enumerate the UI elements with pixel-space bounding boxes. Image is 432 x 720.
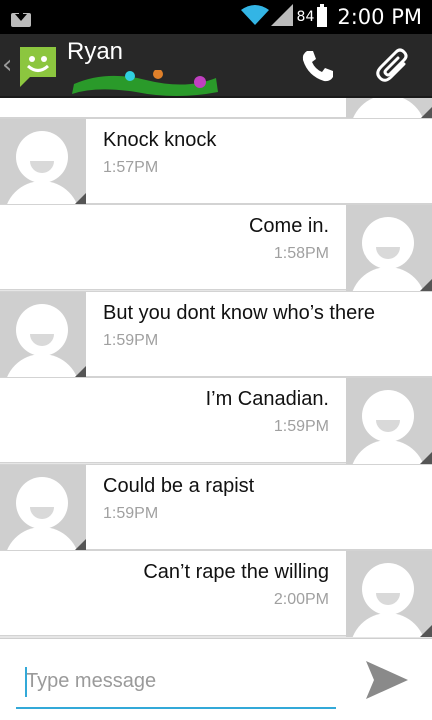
message-text: Come in. bbox=[248, 215, 329, 237]
contact-avatar[interactable] bbox=[346, 205, 432, 291]
contact-avatar[interactable] bbox=[346, 378, 432, 464]
up-caret-icon[interactable]: ‹ bbox=[2, 52, 12, 78]
phone-icon[interactable] bbox=[300, 48, 336, 88]
message-incoming[interactable]: Could be a rapist 1:59PM bbox=[0, 464, 432, 551]
message-time: 1:59PM bbox=[103, 505, 159, 522]
battery-level: 84 bbox=[296, 9, 315, 25]
action-bar: ‹ Ryan bbox=[0, 34, 432, 98]
status-time: 2:00 PM bbox=[337, 5, 422, 29]
signal-icon bbox=[270, 4, 293, 30]
message-text: Could be a rapist bbox=[103, 475, 255, 497]
send-icon bbox=[366, 661, 408, 699]
wifi-icon bbox=[240, 4, 269, 30]
contact-avatar[interactable] bbox=[346, 98, 432, 119]
message-input[interactable] bbox=[16, 661, 336, 701]
messaging-app-icon[interactable] bbox=[16, 43, 60, 93]
compose-bar bbox=[0, 638, 432, 720]
message-time: 2:00PM bbox=[273, 591, 329, 608]
message-text: Can’t rape the willing bbox=[143, 561, 329, 583]
paperclip-icon[interactable] bbox=[374, 46, 414, 90]
message-input-wrapper[interactable] bbox=[16, 661, 336, 709]
text-cursor bbox=[25, 667, 27, 697]
message-text: But you dont know who’s there bbox=[103, 302, 376, 324]
message-text: I’m Canadian. bbox=[205, 388, 329, 410]
download-icon bbox=[10, 6, 32, 32]
message-time: 1:57PM bbox=[103, 159, 159, 176]
contact-avatar[interactable] bbox=[346, 551, 432, 637]
message-time: 1:59PM bbox=[103, 332, 159, 349]
message-time: 1:59PM bbox=[273, 418, 329, 435]
message-outgoing[interactable] bbox=[0, 98, 432, 119]
status-bar: 84 2:00 PM bbox=[0, 0, 432, 34]
contact-avatar[interactable] bbox=[0, 465, 86, 551]
contact-name[interactable]: Ryan bbox=[67, 38, 123, 66]
message-incoming[interactable]: But you dont know who’s there 1:59PM bbox=[0, 291, 432, 378]
battery-icon bbox=[317, 4, 328, 27]
message-time: 1:58PM bbox=[273, 245, 329, 262]
contact-avatar[interactable] bbox=[0, 119, 86, 205]
message-text: Knock knock bbox=[103, 129, 217, 151]
message-outgoing[interactable]: I’m Canadian. 1:59PM bbox=[0, 377, 432, 464]
contact-avatar[interactable] bbox=[0, 292, 86, 378]
message-thread[interactable]: Knock knock 1:57PM Come in. 1:58PM But y… bbox=[0, 98, 432, 638]
message-outgoing[interactable]: Can’t rape the willing 2:00PM bbox=[0, 550, 432, 637]
message-incoming[interactable]: Knock knock 1:57PM bbox=[0, 118, 432, 205]
message-outgoing[interactable]: Come in. 1:58PM bbox=[0, 204, 432, 291]
send-button[interactable] bbox=[364, 659, 414, 705]
